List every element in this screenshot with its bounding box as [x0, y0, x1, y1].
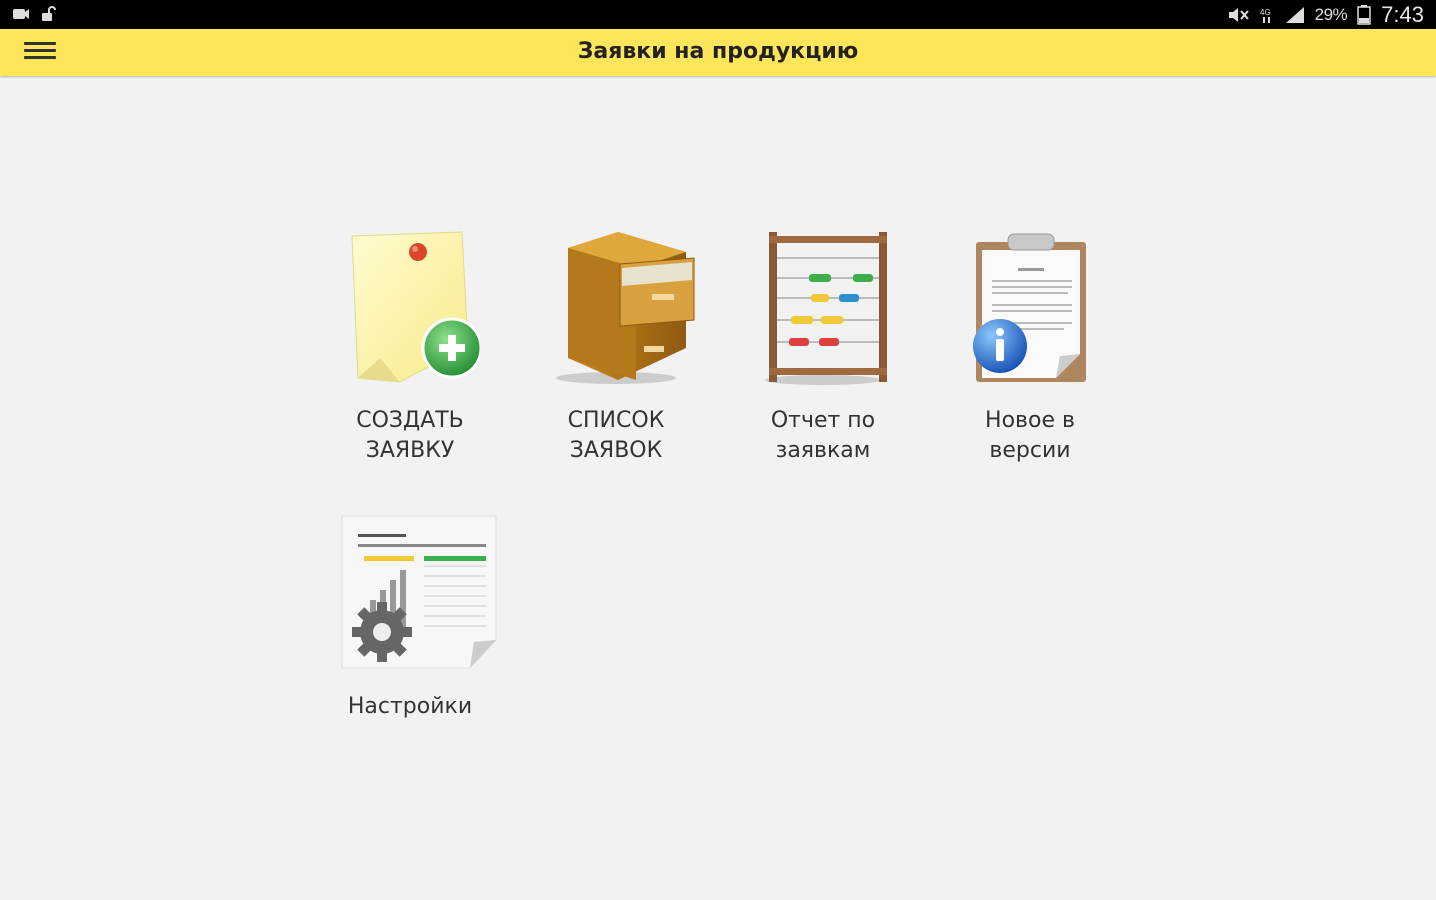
- signal-4g-icon: 4G: [1260, 8, 1271, 23]
- whats-new-label-1: Новое в: [985, 408, 1075, 433]
- settings-label: Настройки: [347, 694, 473, 719]
- battery-percent: 29%: [1314, 5, 1348, 24]
- app-toolbar: Заявки на продукцию: [0, 29, 1436, 76]
- spreadsheet-gear-icon: [341, 515, 497, 669]
- create-request-label-1: СОЗДАТЬ: [356, 408, 464, 433]
- request-list-label-2: ЗАЯВОК: [569, 438, 663, 463]
- requests-report-tile[interactable]: Отчет по заявкам: [723, 228, 923, 468]
- svg-text:4G: 4G: [1260, 8, 1271, 17]
- create-request-label-2: ЗАЯВКУ: [365, 438, 455, 463]
- clipboard-info-icon: [973, 233, 1086, 382]
- whats-new-label-2: версии: [989, 438, 1071, 463]
- whats-new-tile[interactable]: Новое в версии: [930, 228, 1130, 468]
- request-list-tile[interactable]: СПИСОК ЗАЯВОК: [516, 228, 716, 468]
- battery-icon: [1357, 5, 1371, 25]
- notification-icon: [13, 9, 29, 19]
- requests-report-label-1: Отчет по: [770, 408, 876, 433]
- file-cabinet-icon: [556, 232, 695, 384]
- settings-tile[interactable]: Настройки: [310, 514, 510, 754]
- unlock-icon: [42, 6, 56, 21]
- requests-report-label-2: заявкам: [775, 438, 871, 463]
- abacus-icon: [765, 232, 887, 385]
- create-request-tile[interactable]: СОЗДАТЬ ЗАЯВКУ: [310, 228, 510, 468]
- signal-bars-icon: [1285, 7, 1304, 23]
- status-bar: 4G 29% 7:43: [0, 0, 1436, 29]
- request-list-label-1: СПИСОК: [567, 408, 665, 433]
- sticky-note-add-icon: [351, 231, 480, 383]
- clock: 7:43: [1381, 2, 1424, 27]
- page-title: Заявки на продукцию: [577, 39, 859, 64]
- mute-icon: [1228, 8, 1249, 22]
